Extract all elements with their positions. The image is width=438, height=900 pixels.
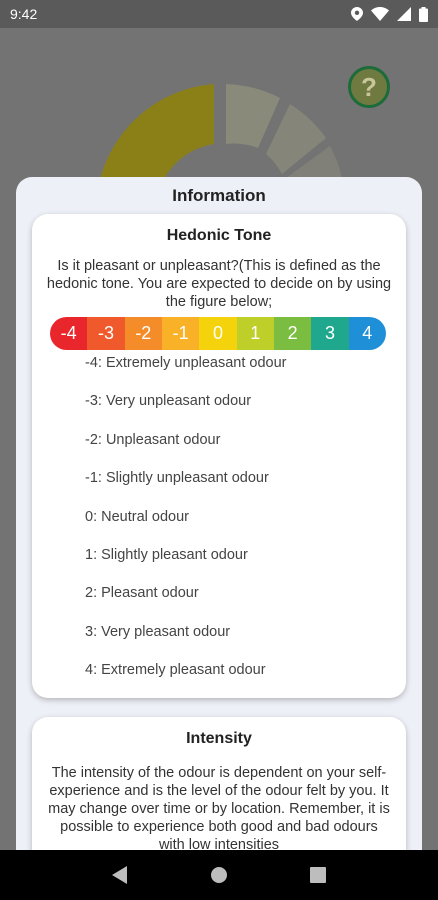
scale-cell: 0 xyxy=(199,317,237,350)
scale-cell: 3 xyxy=(311,317,349,350)
home-icon xyxy=(210,867,227,883)
scale-cell: -3 xyxy=(87,317,125,350)
description-item: 1: Slightly pleasant odour xyxy=(85,546,248,563)
scale-cell: 4 xyxy=(348,317,386,350)
information-dialog: Information Hedonic Tone Is it pleasant … xyxy=(16,177,422,857)
description-item: -4: Extremely unpleasant odour xyxy=(85,355,287,371)
hedonic-tone-text: Is it pleasant or unpleasant?(This is de… xyxy=(46,258,392,310)
description-item: 2: Pleasant odour xyxy=(85,585,199,602)
description-item: 0: Neutral odour xyxy=(85,508,189,525)
hedonic-scale: -4 -3 -2 -1 0 1 2 3 4 xyxy=(50,317,386,350)
intensity-card: Intensity The intensity of the odour is … xyxy=(32,717,406,857)
scale-cell: -1 xyxy=(161,317,200,350)
scale-cell: -4 xyxy=(50,317,88,350)
wifi-icon xyxy=(371,7,389,21)
status-time: 9:42 xyxy=(10,6,38,22)
recents-button[interactable] xyxy=(303,860,333,890)
description-item: 4: Extremely pleasant odour xyxy=(85,662,266,679)
hedonic-tone-title: Hedonic Tone xyxy=(166,227,272,244)
signal-icon xyxy=(397,7,411,21)
help-icon[interactable]: ? xyxy=(348,66,390,108)
intensity-title: Intensity xyxy=(186,730,252,747)
home-button[interactable] xyxy=(204,860,234,890)
battery-icon xyxy=(419,6,428,22)
location-icon xyxy=(351,7,363,21)
description-item: -1: Slightly unpleasant odour xyxy=(85,470,269,487)
intensity-text: The intensity of the odour is dependent … xyxy=(48,765,390,853)
scale-cell: -2 xyxy=(124,317,162,350)
description-item: -2: Unpleasant odour xyxy=(85,431,221,448)
description-item: 3: Very pleasant odour xyxy=(85,623,231,640)
scale-cell: 1 xyxy=(236,317,274,350)
dialog-title: Information xyxy=(172,186,266,205)
status-icons xyxy=(351,6,428,22)
recents-icon xyxy=(310,867,327,883)
back-button[interactable] xyxy=(105,860,135,890)
help-symbol: ? xyxy=(361,71,377,102)
status-bar: 9:42 xyxy=(0,0,438,28)
hedonic-tone-card: Hedonic Tone Is it pleasant or unpleasan… xyxy=(32,214,406,698)
back-icon xyxy=(111,866,127,884)
scale-cell: 2 xyxy=(273,317,312,350)
navigation-bar xyxy=(0,850,438,900)
description-item: -3: Very unpleasant odour xyxy=(85,393,252,410)
hedonic-descriptions: -4: Extremely unpleasant odour -3: Very u… xyxy=(32,354,406,700)
